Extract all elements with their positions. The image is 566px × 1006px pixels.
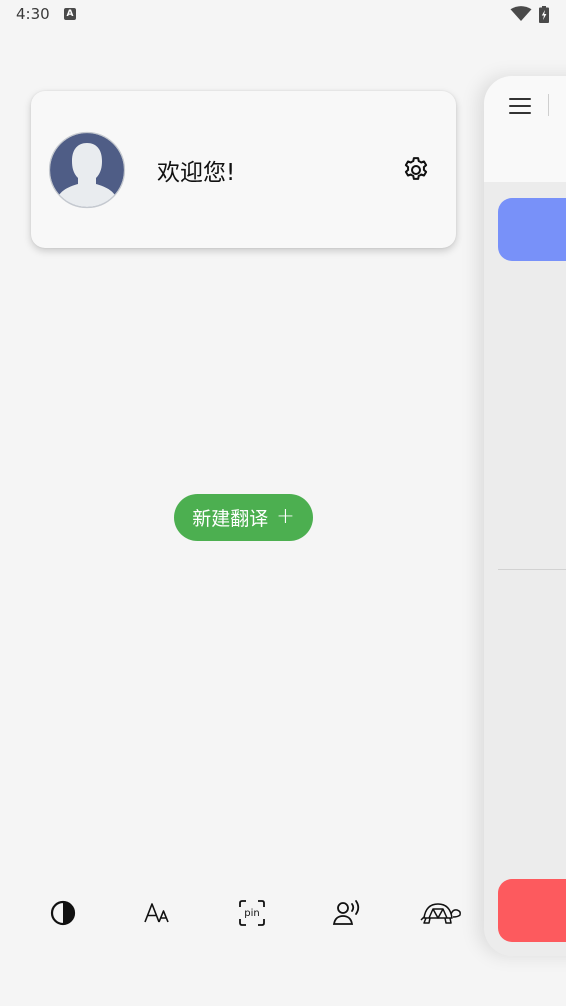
gear-icon (404, 157, 428, 180)
theme-contrast-button[interactable] (46, 896, 80, 930)
profile-card[interactable]: 欢迎您! (31, 91, 456, 248)
bottom-toolbar: pin (0, 888, 480, 936)
avatar[interactable] (48, 131, 126, 209)
new-translation-button[interactable]: 新建翻译 + (174, 494, 313, 541)
turtle-slow-icon (420, 903, 461, 924)
welcome-text: 欢迎您! (157, 160, 236, 186)
main-content-panel (484, 76, 566, 956)
wifi-icon (510, 6, 532, 26)
menu-button[interactable] (508, 96, 532, 116)
pinyin-button[interactable]: pin (235, 896, 269, 930)
theme-contrast-icon (50, 900, 76, 926)
status-bar: 4:30 A (0, 0, 566, 28)
header-divider (548, 94, 549, 116)
pinyin-icon: pin (239, 900, 265, 926)
app-screen: 4:30 A 欢迎您! 新建翻译 + pin (0, 0, 566, 1006)
voice-speak-icon (332, 900, 360, 925)
slow-speed-button[interactable] (420, 896, 462, 930)
battery-charging-icon (539, 6, 549, 27)
default-user-avatar-icon (48, 131, 126, 209)
pinyin-label: pin (244, 908, 259, 919)
panel-header (484, 76, 566, 182)
font-size-button[interactable] (140, 896, 174, 930)
primary-action-button[interactable] (498, 198, 566, 261)
new-translation-label: 新建翻译 (192, 508, 269, 530)
status-time: 4:30 (16, 5, 50, 23)
voice-speak-button[interactable] (330, 896, 364, 930)
font-size-icon (144, 903, 169, 923)
plus-icon: + (276, 503, 295, 529)
hamburger-menu-icon (509, 98, 531, 114)
settings-button[interactable] (399, 153, 433, 187)
panel-divider (498, 569, 566, 570)
danger-action-button[interactable] (498, 879, 566, 942)
notification-a-icon: A (64, 8, 76, 20)
